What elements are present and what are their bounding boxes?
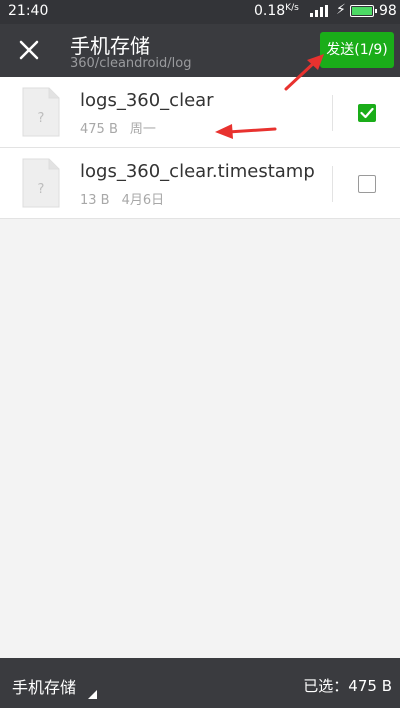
file-date: 4月6日 xyxy=(121,193,165,208)
file-size: 475 B xyxy=(80,122,118,137)
file-icon-glyph: ? xyxy=(38,111,45,126)
file-name: logs_360_clear.timestamp xyxy=(80,161,315,182)
send-button[interactable]: 发送(1/9) xyxy=(320,32,394,68)
list-item[interactable]: ? logs_360_clear 475 B 周一 xyxy=(0,77,400,148)
network-speed-unit: K/s xyxy=(285,3,299,13)
unknown-file-icon: ? xyxy=(22,158,60,208)
file-name: logs_360_clear xyxy=(80,90,214,111)
storage-selector[interactable]: 手机存储 xyxy=(12,674,76,698)
file-checkbox[interactable] xyxy=(358,175,376,193)
file-date: 周一 xyxy=(129,122,156,137)
selected-size: 已选：475 B xyxy=(303,677,392,695)
file-size: 13 B xyxy=(80,193,110,208)
file-meta: 475 B 周一 xyxy=(80,118,156,137)
file-checkbox-checked[interactable] xyxy=(358,104,376,122)
file-icon-glyph: ? xyxy=(38,182,45,197)
header-bar: 手机存储 360/cleandroid/log 发送(1/9) xyxy=(0,24,400,77)
close-icon[interactable] xyxy=(14,35,44,65)
charging-icon: ⚡ xyxy=(336,2,346,18)
network-speed-value: 0.18 xyxy=(254,3,286,19)
file-meta: 13 B 4月6日 xyxy=(80,189,164,208)
battery-percent: 98 xyxy=(379,3,397,19)
battery-icon xyxy=(350,5,377,17)
file-list: ? logs_360_clear 475 B 周一 ? logs_360_cle… xyxy=(0,77,400,219)
row-divider xyxy=(332,95,333,131)
breadcrumb-path: 360/cleandroid/log xyxy=(70,56,192,71)
row-divider xyxy=(332,166,333,202)
checkmark-icon xyxy=(360,107,374,119)
list-item[interactable]: ? logs_360_clear.timestamp 13 B 4月6日 xyxy=(0,148,400,219)
signal-icon xyxy=(310,5,332,21)
status-bar: 21:40 0.18K/s ⚡ 98 xyxy=(0,0,400,24)
dropdown-corner-icon[interactable] xyxy=(88,684,97,703)
status-time: 21:40 xyxy=(8,3,49,19)
page-title: 手机存储 xyxy=(70,34,150,58)
bottom-bar: 手机存储 已选：475 B xyxy=(0,658,400,708)
unknown-file-icon: ? xyxy=(22,87,60,137)
file-picker-screen: 21:40 0.18K/s ⚡ 98 手机存储 360/cleandroid/l… xyxy=(0,0,400,708)
network-speed: 0.18K/s xyxy=(254,3,299,19)
